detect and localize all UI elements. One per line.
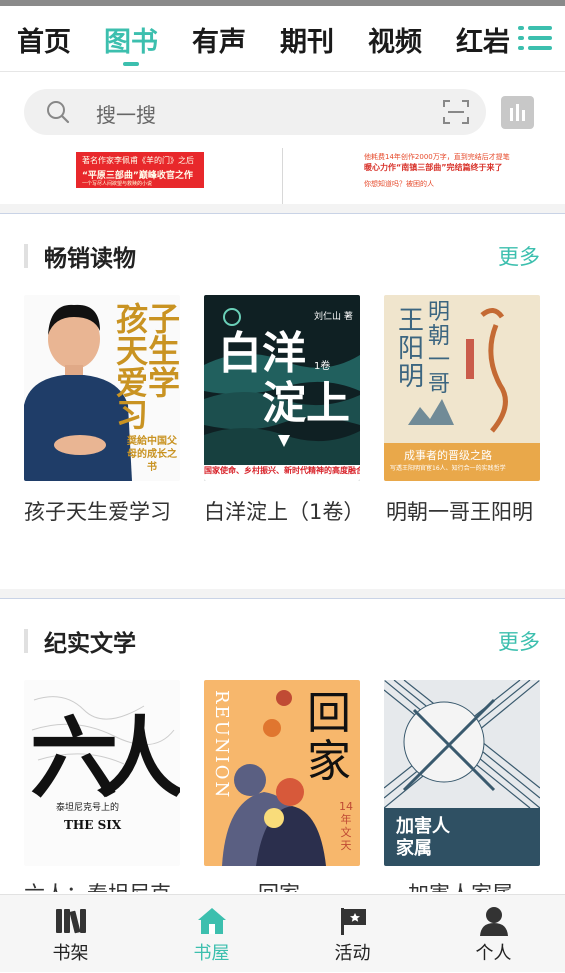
tab-books[interactable]: 图书 <box>104 20 158 59</box>
book-cover[interactable]: 刘仁山 著 白洋 淀上 1卷 国家使命、乡村振兴、新时代精神的高度融合 <box>204 295 360 481</box>
cover-english-title: REUNION <box>211 690 232 800</box>
banner-right-line3: 你想知道吗？被困的人 <box>364 180 434 188</box>
tab-hongyan[interactable]: 红岩 <box>456 20 510 59</box>
cover-subtitle: 泰坦尼克号上的 <box>56 803 120 813</box>
ranking-button[interactable] <box>501 96 534 129</box>
section-gap <box>0 589 565 598</box>
book-title[interactable]: 白洋淀上（1卷） <box>204 496 364 528</box>
top-tab-bar: 首页 图书 有声 期刊 视频 红岩 <box>0 6 565 72</box>
tab-home[interactable]: 首页 <box>17 20 71 59</box>
menu-icon-line <box>528 46 552 50</box>
book-title[interactable]: 孩子天生爱学习 <box>24 496 184 528</box>
promo-banner[interactable]: 著名作家李佩甫《羊的门》之后 “平原三部曲”巅峰收官之作 一个写尽人间欲望与救赎… <box>0 148 565 204</box>
nav-label: 书架 <box>52 943 89 964</box>
cover-author: 刘仁山 著 <box>314 312 353 322</box>
menu-icon <box>518 26 524 30</box>
nav-label: 活动 <box>334 943 371 964</box>
banner-left-line3: 一个写尽人间欲望与救赎的小说 <box>82 181 153 187</box>
section-title: 纪实文学 <box>44 631 136 657</box>
cover-title-line: 加害人 <box>396 816 450 837</box>
banner-ad-left[interactable]: 著名作家李佩甫《羊的门》之后 “平原三部曲”巅峰收官之作 一个写尽人间欲望与救赎… <box>76 152 204 188</box>
cover-subtitle: 奨給中国父母的成长之书 <box>127 436 177 473</box>
section-marker <box>24 629 28 653</box>
book-title[interactable]: 加害人家属 <box>408 878 565 892</box>
cover-band-subtext: 写透王阳明官宦16人、知行合一的实践哲学 <box>390 465 506 472</box>
cover-title-line: 家属 <box>396 838 432 859</box>
book-title[interactable]: 明朝一哥王阳明 <box>386 496 546 528</box>
section-title: 畅销读物 <box>44 246 136 272</box>
cover-title-line: 天生 <box>116 332 180 370</box>
book-cover[interactable]: 六 人 泰坦尼克号上的 THE SIX <box>24 680 180 866</box>
cover-band-text: 成事者的晋级之路 <box>404 449 492 462</box>
book-title[interactable]: 六人：泰坦尼克号上的中国幸存者 <box>24 878 184 892</box>
more-link[interactable]: 更多 <box>498 241 540 271</box>
book-title[interactable]: 回家 <box>258 878 418 892</box>
nav-bookhouse[interactable]: 书屋 <box>141 895 282 973</box>
section-gap <box>0 204 565 213</box>
cover-volume: 1卷 <box>314 361 331 372</box>
banner-left-line1: 著名作家李佩甫《羊的门》之后 <box>82 156 194 165</box>
nav-label: 书屋 <box>193 943 230 964</box>
cover-title: 回家 <box>307 688 351 787</box>
nav-activities[interactable]: 活动 <box>282 895 423 973</box>
cover-tagline: 14年文天 <box>339 800 353 852</box>
menu-icon-line <box>528 36 552 40</box>
active-tab-indicator <box>123 62 139 66</box>
section-bestsellers: 畅销读物 更多 孩子 天生 爱学 习 奨給中国父母的成长之书 孩子天生爱学习 刘… <box>0 214 565 589</box>
cover-title: 加害人 家属 <box>396 816 450 860</box>
book-cover[interactable]: REUNION 回家 14年文天 <box>204 680 360 866</box>
cover-title-line: 淀上 <box>262 378 350 429</box>
bookshelf-icon <box>56 909 86 934</box>
book-cover[interactable]: 孩子 天生 爱学 习 奨給中国父母的成长之书 <box>24 295 180 481</box>
tab-video[interactable]: 视频 <box>368 20 422 59</box>
more-link[interactable]: 更多 <box>498 626 540 656</box>
banner-right-line1: 他耗费14年创作2000万字，直到完结后才提笔 <box>364 153 510 161</box>
banner-ad-right[interactable]: 他耗费14年创作2000万字，直到完结后才提笔 暖心力作“南镇三部曲”完结篇终于… <box>360 152 510 192</box>
cover-band-text: 国家使命、乡村振兴、新时代精神的高度融合 <box>204 466 360 475</box>
menu-icon-line <box>528 26 552 30</box>
house-icon <box>198 908 226 934</box>
cover-english-title: THE SIX <box>64 818 122 832</box>
cover-band: 国家使命、乡村振兴、新时代精神的高度融合 <box>204 465 360 481</box>
banner-right-line2: 暖心力作“南镇三部曲”完结篇终于来了 <box>364 163 503 172</box>
search-placeholder: 搜一搜 <box>96 103 156 127</box>
cover-band: 成事者的晋级之路 写透王阳明官宦16人、知行合一的实践哲学 <box>384 443 540 481</box>
nav-bookshelf[interactable]: 书架 <box>0 895 141 973</box>
bar-chart-icon <box>510 104 525 121</box>
book-cover[interactable]: 加害人 家属 <box>384 680 540 866</box>
section-nonfiction: 纪实文学 更多 六 人 泰坦尼克号上的 THE SIX 六人：泰坦尼克号上的中国… <box>0 599 565 894</box>
search-input[interactable]: 搜一搜 <box>24 89 486 135</box>
person-icon <box>480 907 508 936</box>
bottom-nav: 书架 书屋 活动 个人 <box>0 894 565 972</box>
book-cover[interactable]: 王阳明 明朝一哥 成事者的晋级之路 写透王阳明官宦16人、知行合一的实践哲学 <box>384 295 540 481</box>
search-icon <box>47 101 70 124</box>
flag-icon <box>341 908 366 935</box>
nav-label: 个人 <box>475 943 512 964</box>
cover-title-line: 习 <box>116 396 149 434</box>
nav-profile[interactable]: 个人 <box>423 895 564 973</box>
category-menu-button[interactable] <box>510 6 565 70</box>
menu-icon-line <box>518 46 524 50</box>
cover-title-line: 白洋 <box>218 328 306 379</box>
banner-divider <box>282 148 283 204</box>
cover-title-char: 人 <box>96 706 180 810</box>
cover-title-line: 明朝一哥 <box>428 300 451 397</box>
tab-journals[interactable]: 期刊 <box>280 20 334 59</box>
cover-title-line: 爱学 <box>116 364 180 402</box>
cover-title-line: 王阳明 <box>398 306 425 392</box>
section-marker <box>24 244 28 268</box>
cover-title-line: 孩子 <box>116 300 180 338</box>
menu-icon-line <box>518 36 524 40</box>
tab-audio[interactable]: 有声 <box>192 20 246 59</box>
scan-icon[interactable] <box>442 98 470 126</box>
